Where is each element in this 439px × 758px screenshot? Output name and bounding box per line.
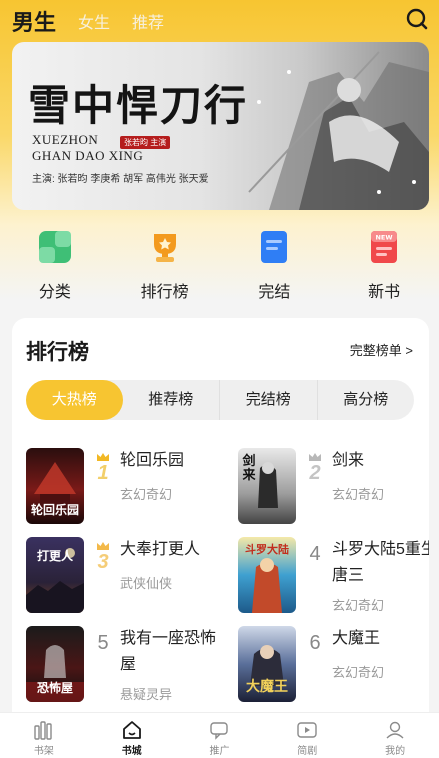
- full-list-link[interactable]: 完整榜单 >: [350, 340, 413, 359]
- book-genre: 玄幻奇幻: [332, 598, 385, 613]
- book-cover: 轮回乐园: [26, 448, 84, 524]
- tab-recommended[interactable]: 推荐榜: [123, 380, 220, 420]
- book-title: 剑来: [332, 452, 365, 469]
- top-tab-bar: 男生 女生 推荐: [0, 0, 439, 42]
- svg-text:NEW: NEW: [376, 234, 393, 242]
- shortcut-new-books[interactable]: NEW 新书: [329, 226, 439, 306]
- book-title: 我有一座恐怖屋: [120, 630, 217, 673]
- shortcut-ranking[interactable]: 排行榜: [110, 226, 220, 306]
- crown-icon: [309, 453, 321, 461]
- bookshelf-icon: [34, 721, 52, 740]
- crown-icon: [97, 542, 109, 550]
- tab-top-rated[interactable]: 高分榜: [318, 380, 415, 420]
- tab-female[interactable]: 女生: [78, 9, 110, 33]
- book-item[interactable]: 斗罗大陆 4 斗罗大陆5重生唐三 玄幻奇幻: [238, 537, 429, 617]
- book-cover: 斗罗大陆: [238, 537, 296, 613]
- promote-icon: [210, 722, 229, 740]
- ranking-tabs: 大热榜 推荐榜 完结榜 高分榜: [26, 380, 414, 420]
- book-genre: 玄幻奇幻: [120, 487, 173, 502]
- search-icon[interactable]: [405, 7, 429, 31]
- book-item[interactable]: 大魔王 6 大魔王 玄幻奇幻: [238, 626, 429, 706]
- nav-bookstore[interactable]: 书城: [88, 713, 176, 758]
- book-cover: 打更人: [26, 537, 84, 613]
- rank-badge: 5: [97, 632, 109, 654]
- book-genre: 武侠仙侠: [120, 576, 173, 591]
- document-icon: [261, 231, 288, 263]
- tab-recommend[interactable]: 推荐: [132, 9, 164, 33]
- nav-profile[interactable]: 我的: [351, 713, 439, 758]
- book-cover: 恐怖屋: [26, 626, 84, 702]
- tab-male[interactable]: 男生: [12, 5, 56, 37]
- ranking-title: 排行榜: [26, 341, 89, 364]
- home-icon: [122, 721, 141, 739]
- video-icon: [297, 722, 317, 738]
- banner-stamp: 张若昀 主演: [120, 136, 171, 149]
- banner-artwork: [248, 51, 429, 210]
- book-cover: 剑来: [238, 448, 296, 524]
- banner-title: 雪中悍刀行: [28, 81, 249, 130]
- tab-completed[interactable]: 完结榜: [220, 380, 318, 420]
- rank-badge: 3: [96, 541, 110, 575]
- tab-hot[interactable]: 大热榜: [26, 380, 123, 420]
- book-item[interactable]: 剑来 2 剑来 玄幻奇幻: [238, 448, 429, 528]
- book-genre: 悬疑灵异: [120, 687, 173, 702]
- promo-banner[interactable]: 雪中悍刀行 XUEZHON GHAN DAO XING 张若昀 主演 主演: 张…: [12, 42, 429, 210]
- bottom-nav: 书架 书城 推广 简剧 我的: [0, 712, 439, 758]
- rank-badge: 2: [308, 452, 322, 486]
- book-title: 大魔王: [332, 630, 381, 647]
- nav-bookshelf[interactable]: 书架: [0, 713, 88, 758]
- book-cover: 大魔王: [238, 626, 296, 702]
- rank-badge: 4: [309, 543, 321, 565]
- book-title: 轮回乐园: [120, 452, 185, 469]
- ranking-card: 排行榜 完整榜单 > 大热榜 推荐榜 完结榜 高分榜 轮回乐园 1 轮回乐园 玄…: [12, 318, 429, 738]
- shortcut-category[interactable]: 分类: [0, 226, 110, 306]
- banner-cast: 主演: 张若昀 李庚希 胡军 高伟光 张天爱: [32, 174, 209, 185]
- book-item[interactable]: 轮回乐园 1 轮回乐园 玄幻奇幻: [26, 448, 226, 528]
- book-item[interactable]: 打更人 3 大奉打更人 武侠仙侠: [26, 537, 226, 617]
- shortcut-row: 分类 排行榜 完结 NEW 新书: [0, 226, 439, 306]
- nav-video[interactable]: 简剧: [263, 713, 351, 758]
- book-title: 大奉打更人: [120, 541, 201, 558]
- trophy-icon: [153, 234, 176, 262]
- nav-promote[interactable]: 推广: [176, 713, 264, 758]
- book-genre: 玄幻奇幻: [332, 487, 385, 502]
- book-title: 斗罗大陆5重生唐三: [332, 541, 429, 584]
- rank-badge: 6: [309, 632, 321, 654]
- shortcut-finished[interactable]: 完结: [220, 226, 330, 306]
- rank-badge: 1: [96, 452, 110, 486]
- book-genre: 玄幻奇幻: [332, 665, 385, 680]
- book-item[interactable]: 恐怖屋 5 我有一座恐怖屋 悬疑灵异: [26, 626, 226, 706]
- new-book-icon: NEW: [371, 231, 398, 263]
- profile-icon: [386, 721, 404, 739]
- grid-icon: [38, 231, 71, 263]
- crown-icon: [97, 453, 109, 461]
